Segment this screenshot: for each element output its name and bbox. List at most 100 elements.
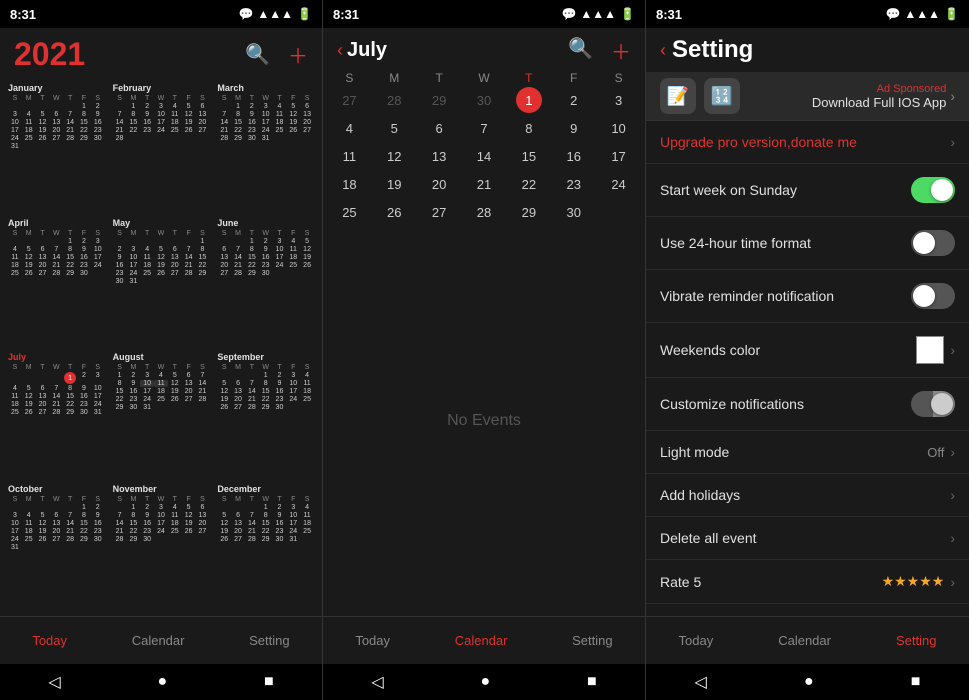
- month-cell-27[interactable]: 27: [417, 199, 462, 225]
- month-cell-3[interactable]: 3: [596, 87, 641, 113]
- settings-item-more-ios[interactable]: More ios app from me›: [646, 604, 969, 616]
- month-cell-16[interactable]: 16: [551, 143, 596, 169]
- month-cell-27[interactable]: 27: [327, 87, 372, 113]
- mini-month-july[interactable]: JulySMTWTFS12345678910111213141516171819…: [6, 350, 107, 478]
- settings-right-upgrade: ›: [950, 134, 955, 150]
- settings-item-add-holidays[interactable]: Add holidays›: [646, 474, 969, 517]
- month-cell-12[interactable]: 12: [372, 143, 417, 169]
- settings-back-button[interactable]: ‹: [660, 40, 666, 61]
- time-1: 8:31: [10, 7, 36, 22]
- ad-banner[interactable]: 📝 🔢 Ad Sponsored Download Full IOS App ›: [646, 72, 969, 121]
- month-cell-29[interactable]: 29: [506, 199, 551, 225]
- recents-sys-icon-3[interactable]: ■: [911, 673, 921, 691]
- settings-value-light-mode: Off: [927, 445, 944, 460]
- month-cell-9[interactable]: 9: [551, 115, 596, 141]
- dow-S: S: [327, 71, 372, 85]
- settings-item-delete-all-event[interactable]: Delete all event›: [646, 517, 969, 560]
- recents-sys-icon-2[interactable]: ■: [587, 673, 597, 691]
- month-cell-24[interactable]: 24: [596, 171, 641, 197]
- month-cell-7[interactable]: 7: [462, 115, 507, 141]
- home-sys-icon-3[interactable]: ●: [804, 673, 814, 691]
- month-cell-15[interactable]: 15: [506, 143, 551, 169]
- toggle-vibrate[interactable]: [911, 283, 955, 309]
- month-cell-18[interactable]: 18: [327, 171, 372, 197]
- month-cell-8[interactable]: 8: [506, 115, 551, 141]
- search-icon[interactable]: 🔍: [245, 42, 270, 67]
- setting-tab-2[interactable]: Setting: [562, 627, 622, 654]
- today-tab-3[interactable]: Today: [669, 627, 724, 654]
- mini-month-january[interactable]: JanuarySMTWTFS12345678910111213141516171…: [6, 81, 107, 212]
- month-cell-1[interactable]: 1: [506, 87, 551, 113]
- month-cell-30[interactable]: 30: [551, 199, 596, 225]
- mini-month-march[interactable]: MarchSMTWTFS1234567891011121314151617181…: [215, 81, 316, 212]
- mini-month-title: February: [113, 83, 210, 93]
- month-cell-22[interactable]: 22: [506, 171, 551, 197]
- mini-month-september[interactable]: SeptemberSMTWTFS123456789101112131415161…: [215, 350, 316, 478]
- month-cell-2[interactable]: 2: [551, 87, 596, 113]
- mini-month-february[interactable]: FebruarySMTWTFS1234567891011121314151617…: [111, 81, 212, 212]
- month-cell-13[interactable]: 13: [417, 143, 462, 169]
- settings-item-weekends-color[interactable]: Weekends color›: [646, 323, 969, 378]
- month-cell-19[interactable]: 19: [372, 171, 417, 197]
- month-cell-6[interactable]: 6: [417, 115, 462, 141]
- month-cell-5[interactable]: 5: [372, 115, 417, 141]
- settings-label-weekends-color: Weekends color: [660, 342, 760, 358]
- home-sys-icon-2[interactable]: ●: [480, 673, 490, 691]
- month-cell-11[interactable]: 11: [327, 143, 372, 169]
- setting-tab-3[interactable]: Setting: [886, 627, 946, 654]
- month-cell-17[interactable]: 17: [596, 143, 641, 169]
- back-sys-icon-3[interactable]: ◁: [695, 672, 707, 692]
- home-sys-icon-1[interactable]: ●: [157, 673, 167, 691]
- mini-month-august[interactable]: AugustSMTWTFS123456789101112131415161718…: [111, 350, 212, 478]
- mini-month-october[interactable]: OctoberSMTWTFS12345678910111213141516171…: [6, 482, 107, 613]
- toggle-24hour[interactable]: [911, 230, 955, 256]
- settings-list: Upgrade pro version,donate me›Start week…: [646, 121, 969, 616]
- chevron-icon-delete-all-event: ›: [950, 530, 955, 546]
- settings-item-24hour[interactable]: Use 24-hour time format: [646, 217, 969, 270]
- status-icons-2: 💬 ▲▲▲ 🔋: [561, 7, 635, 21]
- mini-month-december[interactable]: DecemberSMTWTFS1234567891011121314151617…: [215, 482, 316, 613]
- back-sys-icon-2[interactable]: ◁: [371, 672, 383, 692]
- month-cell-26[interactable]: 26: [372, 199, 417, 225]
- settings-item-start-week-sunday[interactable]: Start week on Sunday: [646, 164, 969, 217]
- color-swatch-weekends-color[interactable]: [916, 336, 944, 364]
- back-arrow-icon[interactable]: ‹: [337, 40, 343, 61]
- mini-month-november[interactable]: NovemberSMTWTFS1234567891011121314151617…: [111, 482, 212, 613]
- calendar-tab-2[interactable]: Calendar: [445, 627, 518, 654]
- month-cell-14[interactable]: 14: [462, 143, 507, 169]
- mini-month-title: March: [217, 83, 314, 93]
- today-tab-2[interactable]: Today: [345, 627, 400, 654]
- calendar-tab-3[interactable]: Calendar: [768, 627, 841, 654]
- ad-download-label: Download Full IOS App: [812, 95, 946, 110]
- mini-month-june[interactable]: JuneSMTWTFS12345678910111213141516171819…: [215, 216, 316, 347]
- month-cell-20[interactable]: 20: [417, 171, 462, 197]
- settings-item-vibrate[interactable]: Vibrate reminder notification: [646, 270, 969, 323]
- month-cell-23[interactable]: 23: [551, 171, 596, 197]
- month-cell-28[interactable]: 28: [462, 199, 507, 225]
- month-cell-10[interactable]: 10: [596, 115, 641, 141]
- mini-month-title: September: [217, 352, 314, 362]
- mini-month-april[interactable]: AprilSMTWTFS1234567891011121314151617181…: [6, 216, 107, 347]
- partial-toggle-customize-notifications[interactable]: [911, 391, 955, 417]
- settings-item-upgrade[interactable]: Upgrade pro version,donate me›: [646, 121, 969, 164]
- month-cell-28[interactable]: 28: [372, 87, 417, 113]
- today-tab-1[interactable]: Today: [22, 627, 77, 654]
- dow-F: F: [551, 71, 596, 85]
- recents-sys-icon-1[interactable]: ■: [264, 673, 274, 691]
- month-cell-30[interactable]: 30: [462, 87, 507, 113]
- search-icon-2[interactable]: 🔍: [568, 36, 593, 65]
- add-icon-2[interactable]: ＋: [611, 36, 631, 65]
- month-cell-4[interactable]: 4: [327, 115, 372, 141]
- settings-item-light-mode[interactable]: Light modeOff›: [646, 431, 969, 474]
- add-icon[interactable]: ＋: [288, 40, 308, 69]
- month-cell-21[interactable]: 21: [462, 171, 507, 197]
- calendar-tab-1[interactable]: Calendar: [122, 627, 195, 654]
- toggle-start-week-sunday[interactable]: [911, 177, 955, 203]
- settings-item-customize-notifications[interactable]: Customize notifications: [646, 378, 969, 431]
- setting-tab-1[interactable]: Setting: [239, 627, 299, 654]
- month-cell-29[interactable]: 29: [417, 87, 462, 113]
- back-sys-icon-1[interactable]: ◁: [48, 672, 60, 692]
- settings-item-rate[interactable]: Rate 5★★★★★›: [646, 560, 969, 604]
- mini-month-may[interactable]: MaySMTWTFS123456789101112131415161718192…: [111, 216, 212, 347]
- month-cell-25[interactable]: 25: [327, 199, 372, 225]
